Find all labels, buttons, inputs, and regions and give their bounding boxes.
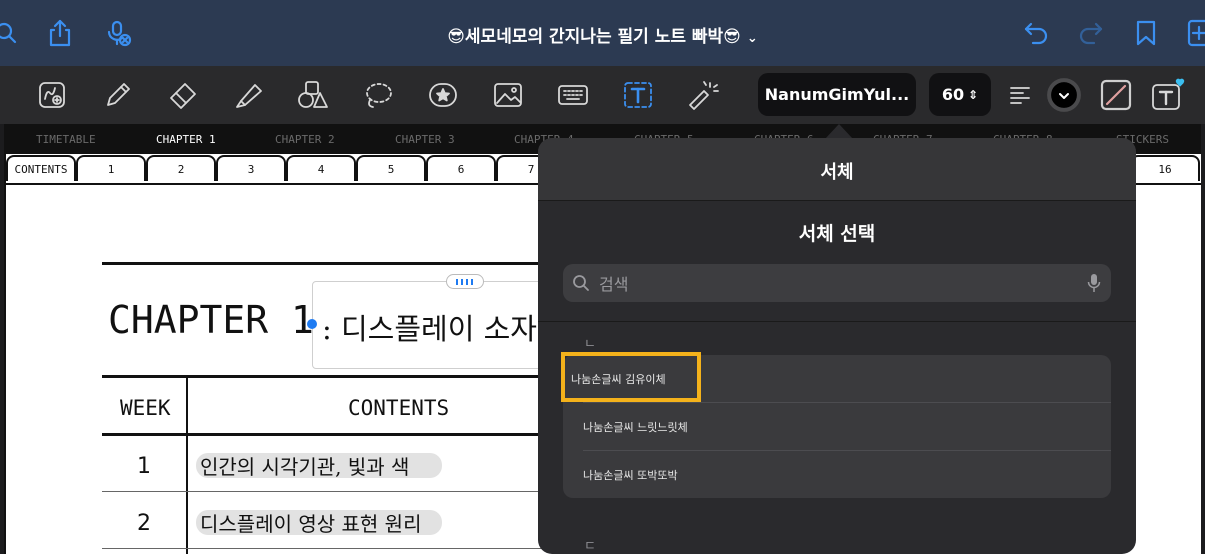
popover-title: 서체 <box>820 162 854 183</box>
popover-header: 서체 <box>538 138 1136 201</box>
content-item[interactable]: 인간의 시각기관, 빛과 색 <box>200 451 409 480</box>
document-title-text: 😎세모네모의 간지나는 필기 노트 빠박😎 <box>447 27 741 47</box>
tab-label: 2 <box>177 162 185 176</box>
chapter-label[interactable]: TIMETABLE <box>36 133 96 146</box>
chevron-up-down-icon: ⇕ <box>968 87 979 102</box>
eraser-icon[interactable] <box>165 78 201 112</box>
title-bar: 😎세모네모의 간지나는 필기 노트 빠박😎 ⌄ <box>0 0 1205 66</box>
font-option[interactable]: 나눔손글씨 느릿느릿체 <box>563 403 1111 450</box>
chapter-label[interactable]: CHAPTER 1 <box>156 133 216 146</box>
tab-label: 4 <box>317 162 325 176</box>
tab-label: 3 <box>247 162 255 176</box>
tab-label: 5 <box>387 162 395 176</box>
week-column-header: WEEK <box>120 396 171 420</box>
text-caret-dot[interactable] <box>307 319 317 329</box>
table-header-rule <box>102 433 542 436</box>
add-page-icon[interactable] <box>1183 17 1205 49</box>
grip-icon <box>456 278 473 285</box>
font-popover: 서체 서체 선택 ㄴ 나눔손글씨 김유이체 나눔손글씨 느릿느릿체 나눔손글씨 … <box>538 138 1136 554</box>
tab-6[interactable]: 6 <box>426 155 496 181</box>
popover-arrow <box>825 124 853 139</box>
color-picker-button[interactable] <box>1046 78 1082 112</box>
content-item[interactable]: 디스플레이 영상 표현 원리 <box>200 508 421 537</box>
undo-icon[interactable] <box>1020 17 1052 49</box>
align-left-icon[interactable] <box>1002 78 1038 112</box>
redo-icon[interactable] <box>1075 17 1107 49</box>
tab-4[interactable]: 4 <box>286 155 356 181</box>
shapes-icon[interactable] <box>295 78 331 112</box>
heading-top-rule <box>102 262 542 265</box>
table-column-divider <box>186 378 188 554</box>
section-index-letter: ㄴ <box>584 337 596 352</box>
font-option[interactable]: 나눔손글씨 또박또박 <box>563 451 1111 498</box>
tool-bar <box>0 66 1205 124</box>
lasso-image-icon[interactable] <box>34 78 70 112</box>
tab-label: CONTENTS <box>14 162 68 176</box>
pen-icon[interactable] <box>100 78 136 112</box>
font-family-button[interactable]: NanumGimYul... <box>758 73 916 116</box>
tab-5[interactable]: 5 <box>356 155 426 181</box>
image-icon[interactable] <box>490 78 526 112</box>
bookmark-icon[interactable] <box>1130 17 1162 49</box>
selection-drag-handle[interactable] <box>446 274 484 289</box>
week-number: 1 <box>137 454 151 479</box>
contents-column-header: CONTENTS <box>348 396 450 420</box>
chapter-heading: CHAPTER 1 <box>108 298 314 342</box>
selected-font-highlight <box>561 352 701 402</box>
popover-subtitle: 서체 선택 <box>798 223 876 245</box>
tab-label: 16 <box>1158 162 1172 176</box>
search-icon <box>573 275 589 291</box>
section-index-letter: ㄷ <box>584 539 596 554</box>
font-family-label: NanumGimYul... <box>764 85 910 104</box>
text-style-icon[interactable] <box>1150 78 1186 112</box>
tab-contents[interactable]: CONTENTS <box>6 155 76 181</box>
tab-label: 7 <box>527 162 535 176</box>
table-row-rule <box>102 548 542 549</box>
chevron-down-icon: ⌄ <box>746 31 758 46</box>
microphone-icon[interactable] <box>1087 273 1101 293</box>
tab-16[interactable]: 16 <box>1130 155 1200 181</box>
laser-pointer-icon[interactable] <box>685 78 721 112</box>
popover-divider <box>538 321 1136 322</box>
sticker-icon[interactable] <box>425 78 461 112</box>
page-left-border <box>4 124 6 554</box>
week-number: 2 <box>137 511 151 536</box>
no-fill-icon[interactable] <box>1098 78 1134 112</box>
font-size-label: 60 <box>941 85 965 104</box>
highlighter-icon[interactable] <box>230 78 266 112</box>
font-search-field[interactable] <box>563 264 1111 304</box>
table-row-rule <box>102 491 542 492</box>
chapter-label[interactable]: CHAPTER 2 <box>275 133 335 146</box>
table-top-rule <box>102 375 542 378</box>
text-tool-icon[interactable] <box>620 78 656 112</box>
tab-2[interactable]: 2 <box>146 155 216 181</box>
tab-3[interactable]: 3 <box>216 155 286 181</box>
tab-1[interactable]: 1 <box>76 155 146 181</box>
chapter-subtitle-text[interactable]: : 디스플레이 소자 <box>322 306 537 348</box>
font-size-button[interactable]: 60 ⇕ <box>929 73 991 116</box>
lasso-icon[interactable] <box>360 78 396 112</box>
tab-label: 1 <box>107 162 115 176</box>
chapter-label[interactable]: CHAPTER 3 <box>395 133 455 146</box>
font-search-input[interactable] <box>597 264 1081 304</box>
tab-label: 6 <box>457 162 465 176</box>
font-option-label: 나눔손글씨 또박또박 <box>583 469 678 482</box>
keyboard-icon[interactable] <box>555 78 591 112</box>
font-option-label: 나눔손글씨 느릿느릿체 <box>583 421 688 434</box>
